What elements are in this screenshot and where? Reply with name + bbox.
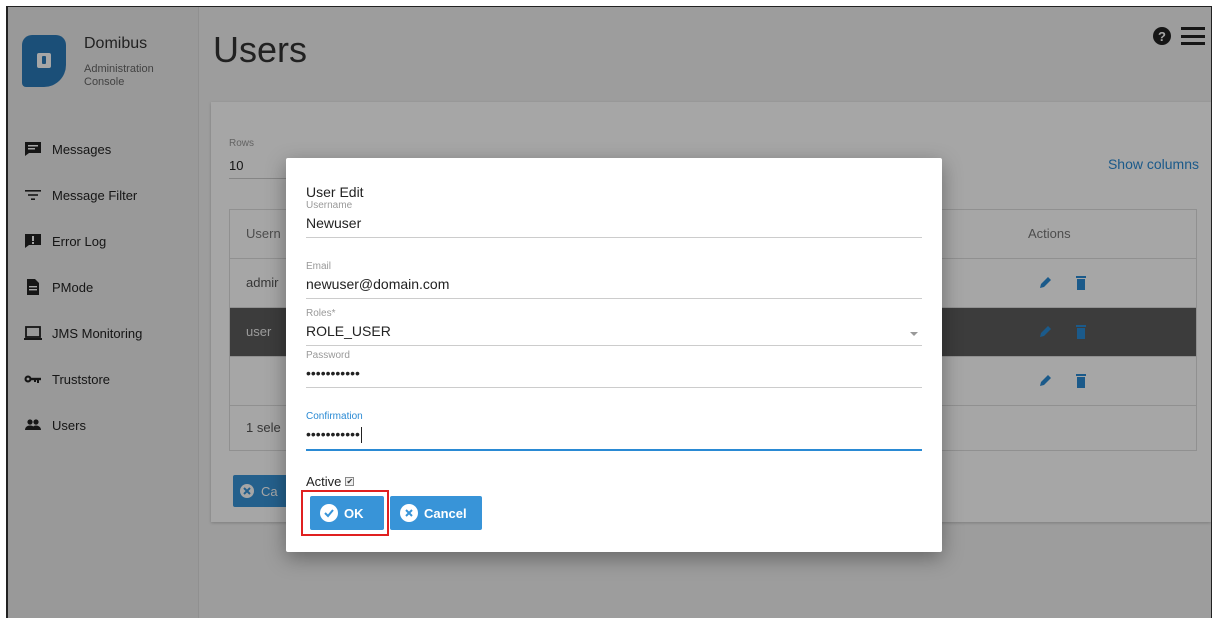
username-label: Username xyxy=(306,200,353,211)
close-circle-icon xyxy=(400,504,418,522)
ok-button-label: OK xyxy=(344,505,364,521)
email-value: newuser@domain.com xyxy=(306,276,450,292)
user-edit-dialog: User Edit Username Newuser Email newuser… xyxy=(286,158,942,552)
roles-value: ROLE_USER xyxy=(306,323,391,339)
email-label: Email xyxy=(306,261,332,272)
confirmation-value: ••••••••••• xyxy=(306,426,360,442)
confirmation-field[interactable]: Confirmation ••••••••••• xyxy=(306,411,922,452)
email-field[interactable]: Email newuser@domain.com xyxy=(306,261,922,299)
ok-button[interactable]: OK xyxy=(310,496,384,530)
confirmation-label: Confirmation xyxy=(306,411,363,422)
password-label: Password xyxy=(306,350,350,361)
cancel-button[interactable]: Cancel xyxy=(390,496,482,530)
dialog-title: User Edit xyxy=(306,184,364,200)
roles-select[interactable]: Roles* ROLE_USER xyxy=(306,308,922,346)
roles-label: Roles* xyxy=(306,308,336,319)
check-circle-icon xyxy=(320,504,338,522)
username-field[interactable]: Username Newuser xyxy=(306,200,922,238)
active-checkbox-row[interactable]: Active ✔ xyxy=(306,474,355,489)
active-label: Active xyxy=(306,474,342,489)
username-value: Newuser xyxy=(306,215,362,231)
active-checkbox[interactable]: ✔ xyxy=(345,477,355,486)
password-field[interactable]: Password ••••••••••• xyxy=(306,350,922,388)
chevron-down-icon[interactable] xyxy=(910,332,918,336)
text-caret xyxy=(360,427,362,444)
password-value: ••••••••••• xyxy=(306,365,360,381)
cancel-button-label: Cancel xyxy=(424,505,467,521)
